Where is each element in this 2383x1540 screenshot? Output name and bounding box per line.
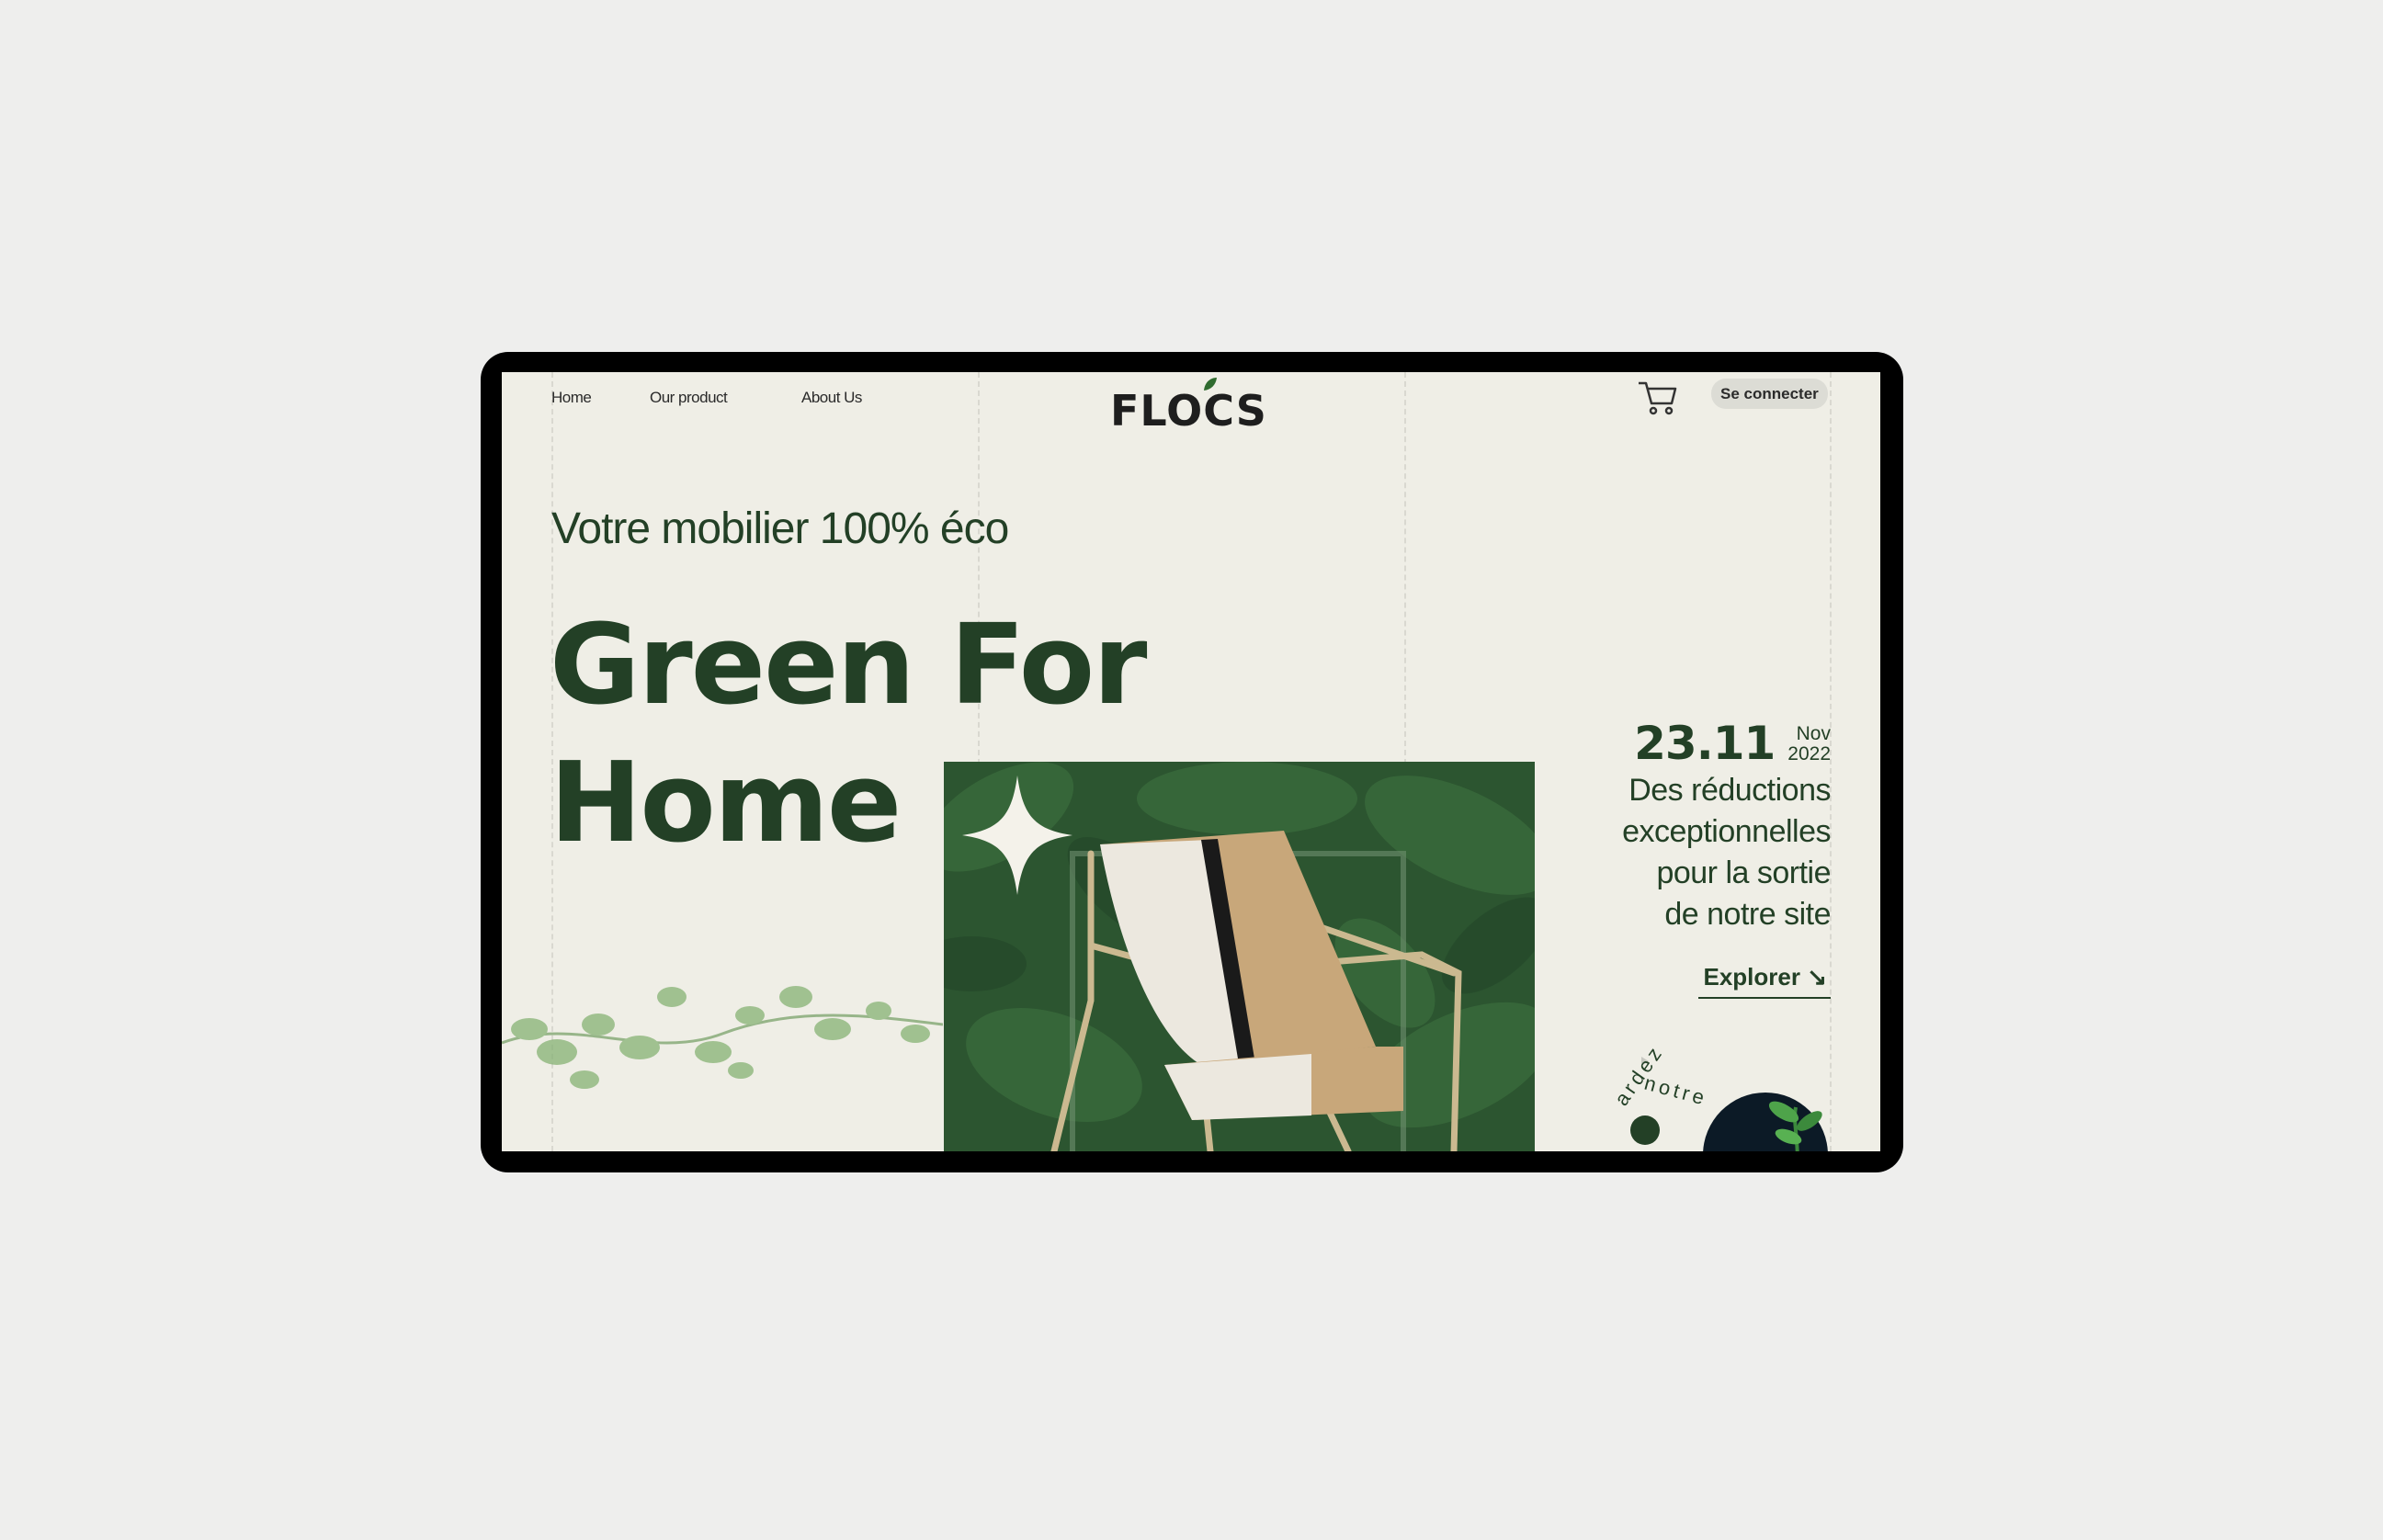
dot-icon — [1630, 1115, 1660, 1145]
promo-text: Des réductions exceptionnelles pour la s… — [1555, 770, 1831, 935]
headline-line-1: Green For — [550, 602, 1147, 730]
hero-subtitle: Votre mobilier 100% éco — [551, 504, 1009, 553]
promo-line: Des réductions — [1628, 773, 1831, 808]
login-button[interactable]: Se connecter — [1711, 379, 1828, 409]
hero-image — [944, 762, 1535, 1151]
explore-link[interactable]: Explorer ↘ — [1697, 963, 1831, 999]
promo-year: 2022 — [1787, 743, 1831, 764]
badge-graphic: ardez notre — [1610, 1040, 1828, 1151]
nav-our-product[interactable]: Our product — [650, 389, 728, 407]
promo-day: 23.11 — [1634, 717, 1776, 770]
device-frame: Home Our product About Us FLOCS Se conne… — [481, 352, 1903, 1172]
cart-icon[interactable] — [1635, 378, 1679, 418]
circular-badge[interactable]: ardez notre — [1586, 1034, 1862, 1151]
promo-line: pour la sortie — [1656, 855, 1831, 890]
vine-decoration — [502, 986, 943, 1089]
circular-text-right: notre — [1642, 1071, 1710, 1110]
promo-month-year: Nov 2022 — [1787, 724, 1831, 764]
promo-date: 23.11 Nov 2022 — [1634, 717, 1831, 770]
website-screen: Home Our product About Us FLOCS Se conne… — [502, 372, 1880, 1151]
logo-graphic: FLOCS — [1110, 378, 1267, 436]
nav-home[interactable]: Home — [551, 389, 592, 407]
brand-logo[interactable]: FLOCS — [1110, 378, 1276, 436]
promo-month: Nov — [1796, 723, 1831, 744]
nav-about-us[interactable]: About Us — [801, 389, 862, 407]
promo-line: exceptionnelles — [1622, 814, 1831, 849]
logo-text: FLOCS — [1110, 386, 1267, 433]
promo-line: de notre site — [1664, 897, 1831, 932]
chair-illustration — [944, 762, 1535, 1151]
